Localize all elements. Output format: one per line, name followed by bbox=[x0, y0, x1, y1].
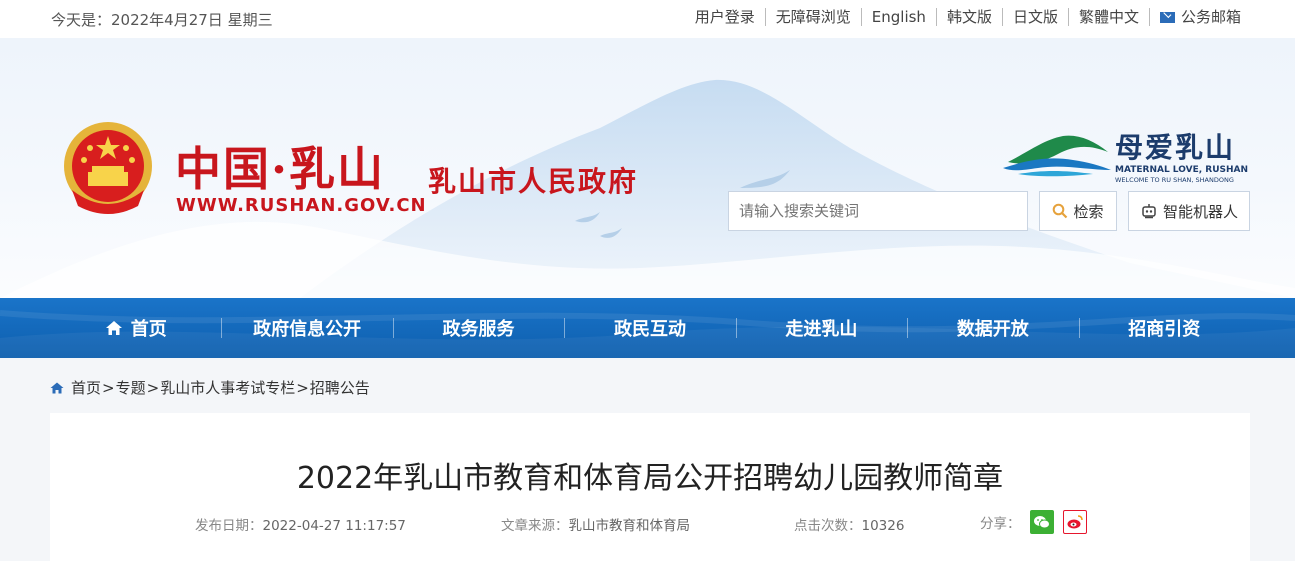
search-input[interactable] bbox=[728, 191, 1028, 231]
breadcrumb-topics[interactable]: 专题 bbox=[116, 377, 146, 398]
views-value: 10326 bbox=[861, 518, 905, 534]
publish-date-label: 发布日期： bbox=[195, 518, 263, 534]
breadcrumb-exam-column[interactable]: 乳山市人事考试专栏 bbox=[160, 377, 295, 398]
source-label: 文章来源： bbox=[501, 518, 569, 534]
search-button-label: 检索 bbox=[1073, 202, 1104, 221]
article-source: 文章来源：乳山市教育和体育局 bbox=[501, 514, 690, 534]
breadcrumb-separator: > bbox=[296, 378, 309, 397]
publish-date: 发布日期：2022-04-27 11:17:57 bbox=[195, 514, 406, 534]
smart-robot-button[interactable]: 智能机器人 bbox=[1128, 191, 1250, 231]
breadcrumb: 首页 > 专题 > 乳山市人事考试专栏 > 招聘公告 bbox=[50, 377, 370, 398]
nav-item-interaction[interactable]: 政民互动 bbox=[564, 298, 735, 358]
korean-link[interactable]: 韩文版 bbox=[935, 8, 1002, 26]
publish-date-value: 2022-04-27 11:17:57 bbox=[262, 518, 406, 534]
search-icon bbox=[1053, 203, 1068, 219]
english-link[interactable]: English bbox=[860, 8, 936, 26]
article-title: 2022年乳山市教育和体育局公开招聘幼儿园教师简章 bbox=[296, 461, 1004, 496]
breadcrumb-recruitment[interactable]: 招聘公告 bbox=[310, 377, 370, 398]
nav-item-investment[interactable]: 招商引资 bbox=[1078, 298, 1250, 358]
main-nav: 首页 政府信息公开 政务服务 政民互动 走进乳山 数据开放 招商引资 bbox=[0, 298, 1295, 358]
nav-item-open-data[interactable]: 数据开放 bbox=[907, 298, 1078, 358]
slogan-en: MATERNAL LOVE, RUSHAN bbox=[1115, 165, 1249, 175]
nav-item-gov-service[interactable]: 政务服务 bbox=[392, 298, 564, 358]
robot-button-label: 智能机器人 bbox=[1162, 202, 1238, 221]
top-bar: 今天是：2022年4月27日 星期三 用户登录 无障碍浏览 English 韩文… bbox=[0, 0, 1295, 38]
slogan-en-sub: WELCOME TO RU SHAN, SHANDONG bbox=[1115, 176, 1234, 184]
views-label: 点击次数： bbox=[794, 518, 862, 534]
breadcrumb-separator: > bbox=[146, 378, 160, 397]
nav-item-label: 首页 bbox=[130, 319, 167, 340]
japanese-link[interactable]: 日文版 bbox=[1001, 8, 1068, 26]
site-url: WWW.RUSHAN.GOV.CN bbox=[176, 195, 427, 216]
home-icon bbox=[105, 321, 122, 335]
share-label: 分享： bbox=[980, 516, 1021, 532]
nav-item-gov-info[interactable]: 政府信息公开 bbox=[221, 298, 392, 358]
breadcrumb-separator: > bbox=[102, 378, 115, 397]
weibo-share-icon[interactable] bbox=[1062, 510, 1087, 534]
nav-item-home[interactable]: 首页 bbox=[50, 298, 221, 358]
home-icon bbox=[50, 382, 64, 393]
current-date: 今天是：2022年4月27日 星期三 bbox=[51, 11, 273, 29]
city-slogan-logo: 母爱乳山 MATERNAL LOVE, RUSHAN WELCOME TO RU… bbox=[1003, 130, 1253, 190]
official-mail-label: 公务邮箱 bbox=[1180, 8, 1241, 26]
government-name: 乳山市人民政府 bbox=[428, 165, 639, 198]
top-links: 用户登录 无障碍浏览 English 韩文版 日文版 繁體中文 公务邮箱 bbox=[685, 8, 1251, 26]
official-mail-link[interactable]: 公务邮箱 bbox=[1148, 8, 1251, 26]
nav-item-about-rushan[interactable]: 走进乳山 bbox=[735, 298, 907, 358]
national-emblem bbox=[64, 122, 152, 214]
source-value: 乳山市教育和体育局 bbox=[568, 518, 691, 534]
wechat-glyph bbox=[1033, 516, 1050, 529]
search-button[interactable]: 检索 bbox=[1039, 191, 1117, 231]
share-bar: 分享： bbox=[980, 510, 1087, 534]
breadcrumb-home[interactable]: 首页 bbox=[71, 377, 101, 398]
accessibility-link[interactable]: 无障碍浏览 bbox=[764, 8, 861, 26]
weibo-glyph bbox=[1067, 515, 1083, 529]
robot-icon bbox=[1142, 204, 1156, 219]
article-card: 2022年乳山市教育和体育局公开招聘幼儿园教师简章 发布日期：2022-04-2… bbox=[50, 413, 1250, 561]
site-title: 中国·乳山 bbox=[175, 142, 386, 196]
traditional-chinese-link[interactable]: 繁體中文 bbox=[1067, 8, 1149, 26]
slogan-wave-logo bbox=[1003, 135, 1111, 177]
slogan-cn: 母爱乳山 bbox=[1115, 131, 1236, 164]
mail-icon bbox=[1159, 11, 1175, 23]
login-link[interactable]: 用户登录 bbox=[685, 8, 765, 26]
view-count: 点击次数：10326 bbox=[794, 514, 904, 534]
wechat-share-icon[interactable] bbox=[1029, 510, 1054, 534]
header-banner: 中国·乳山 WWW.RUSHAN.GOV.CN 乳山市人民政府 母爱乳山 MAT… bbox=[0, 38, 1295, 298]
